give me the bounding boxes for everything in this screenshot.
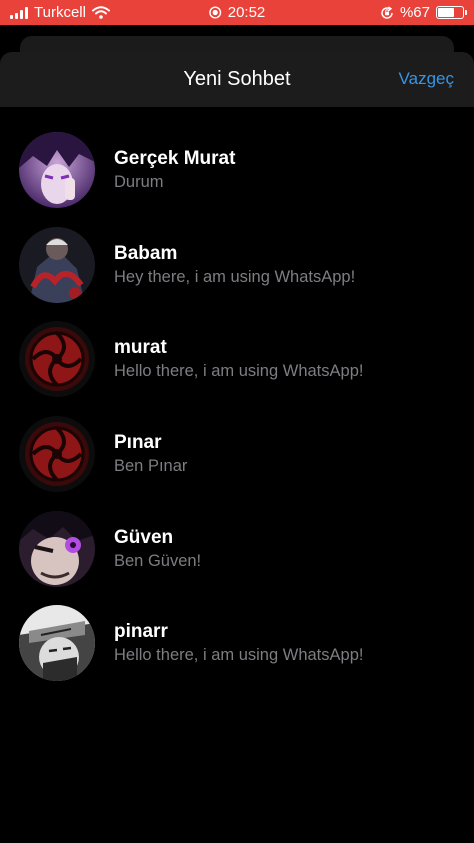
battery-icon — [436, 6, 467, 19]
contact-row[interactable]: Babam Hey there, i am using WhatsApp! — [0, 218, 474, 313]
contact-name: Pınar — [114, 432, 162, 454]
contact-row[interactable]: Pınar Ben Pınar — [0, 407, 474, 502]
contact-name: Babam — [114, 242, 178, 264]
navigation-bar: Yeni Sohbet Vazgeç — [0, 52, 474, 107]
contact-text: Güven Ben Güven! — [114, 526, 201, 572]
contact-text: Gerçek Murat Durum — [114, 147, 235, 193]
status-left: Turkcell — [10, 4, 110, 21]
red-sharingan-avatar — [19, 416, 95, 493]
status-bar: Turkcell 20:52 %67 — [0, 0, 474, 25]
contact-status: Hello there, i am using WhatsApp! — [114, 362, 364, 381]
dark-red-anime-character-avatar — [19, 226, 95, 303]
contact-text: pinarr Hello there, i am using WhatsApp! — [114, 620, 363, 666]
status-right: %67 — [380, 4, 467, 21]
contact-name: pinarr — [114, 621, 168, 643]
contact-row[interactable]: Güven Ben Güven! — [0, 501, 474, 596]
page-title: Yeni Sohbet — [183, 68, 291, 90]
contact-name: Güven — [114, 526, 174, 548]
contact-text: Pınar Ben Pınar — [114, 431, 187, 477]
battery-percent-label: %67 — [399, 4, 430, 21]
red-sharingan-avatar — [19, 321, 95, 398]
contact-row[interactable]: murat Hello there, i am using WhatsApp! — [0, 312, 474, 407]
contact-text: Babam Hey there, i am using WhatsApp! — [114, 242, 355, 288]
contact-name: Gerçek Murat — [114, 148, 236, 170]
contact-status: Ben Pınar — [114, 457, 188, 476]
contact-status: Hey there, i am using WhatsApp! — [114, 267, 356, 286]
contact-status: Durum — [114, 173, 164, 192]
new-chat-sheet: Yeni Sohbet Vazgeç Gerçek Murat Durum Ba… — [0, 52, 474, 843]
screen-record-icon — [209, 6, 222, 19]
contact-status: Ben Güven! — [114, 551, 202, 570]
contact-row[interactable]: Gerçek Murat Durum — [0, 123, 474, 218]
status-center: 20:52 — [209, 4, 266, 21]
contact-row[interactable]: pinarr Hello there, i am using WhatsApp! — [0, 596, 474, 691]
contact-name: murat — [114, 337, 167, 359]
purple-anime-character-avatar — [19, 132, 95, 209]
masked-ninja-avatar — [19, 605, 95, 682]
contact-list: Gerçek Murat Durum Babam Hey there, i am… — [0, 107, 474, 691]
contact-text: murat Hello there, i am using WhatsApp! — [114, 336, 363, 382]
carrier-label: Turkcell — [34, 4, 86, 21]
cancel-button[interactable]: Vazgeç — [399, 69, 454, 89]
contact-status: Hello there, i am using WhatsApp! — [114, 646, 364, 665]
clock-label: 20:52 — [227, 4, 266, 21]
battery-fill — [438, 8, 455, 17]
signal-icon — [10, 6, 28, 19]
wifi-icon — [91, 6, 110, 19]
rotation-lock-icon — [381, 5, 393, 19]
purple-eye-character-avatar — [19, 510, 95, 587]
